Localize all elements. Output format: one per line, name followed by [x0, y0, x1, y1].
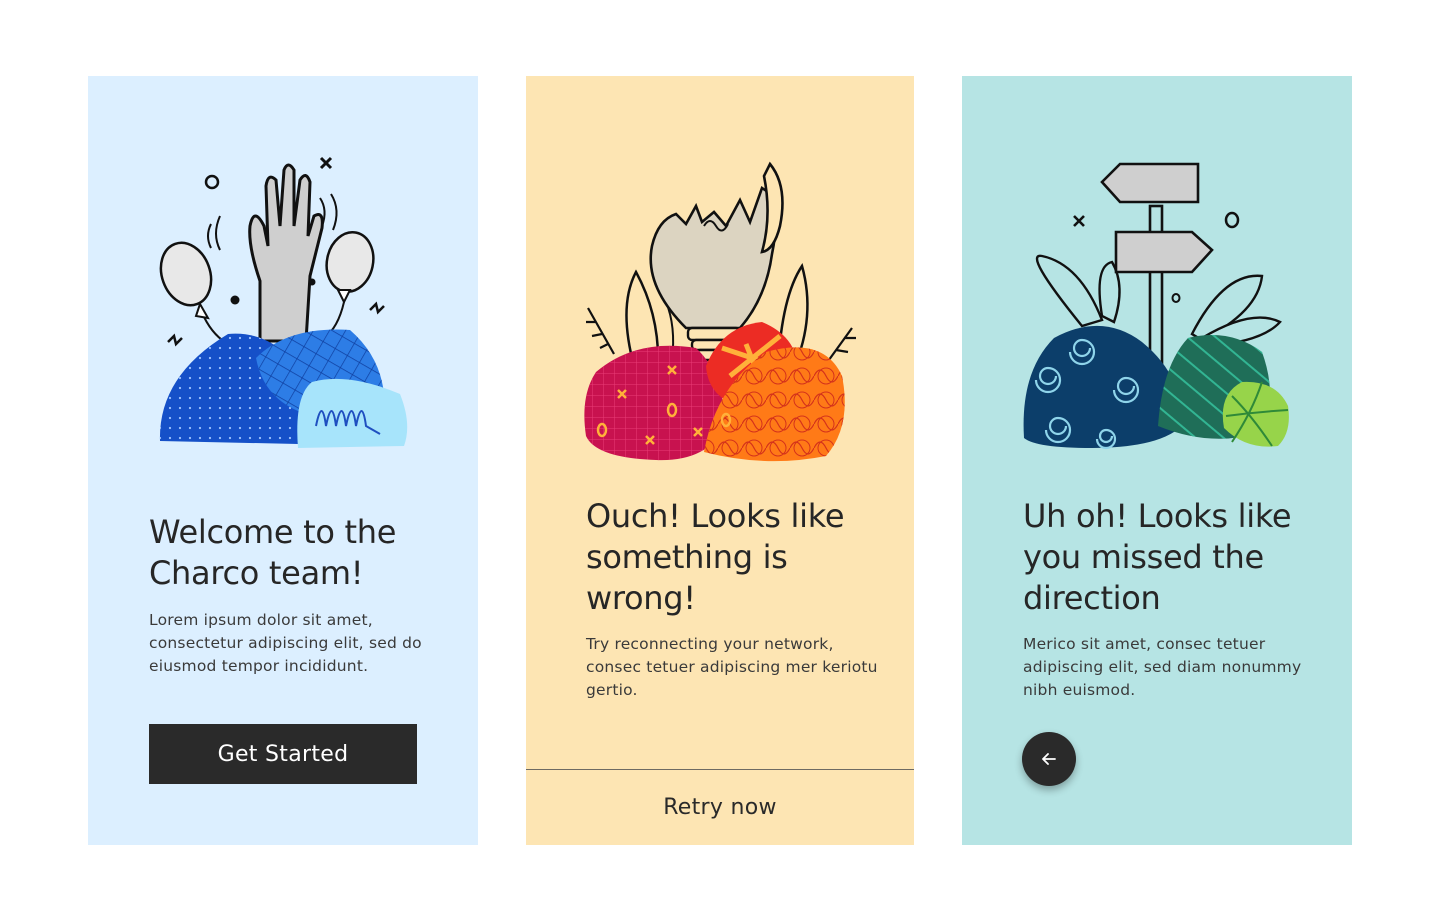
welcome-card: Welcome to the Charco team! Lorem ipsum … — [88, 76, 478, 845]
error-card: Ouch! Looks like something is wrong! Try… — [526, 76, 914, 845]
hand-and-balloons-illustration — [88, 76, 478, 496]
retry-now-button[interactable]: Retry now — [526, 770, 914, 845]
welcome-title: Welcome to the Charco team! — [149, 513, 397, 592]
error-title: Ouch! Looks like something is wrong! — [586, 497, 845, 617]
hand-and-balloons-icon — [159, 156, 408, 448]
lost-description: Merico sit amet, consec tetuer adipiscin… — [1023, 635, 1302, 699]
broken-lightbulb-illustration — [526, 76, 914, 496]
lost-direction-card: Uh oh! Looks like you missed the directi… — [962, 76, 1352, 845]
arrow-left-icon — [1042, 753, 1056, 765]
signpost-illustration — [962, 76, 1352, 496]
broken-lightbulb-icon — [584, 161, 856, 462]
back-button[interactable] — [1022, 732, 1076, 786]
get-started-button[interactable]: Get Started — [149, 724, 417, 784]
lost-title: Uh oh! Looks like you missed the directi… — [1023, 497, 1292, 617]
welcome-description: Lorem ipsum dolor sit amet, consectetur … — [149, 611, 422, 675]
error-description: Try reconnecting your network, consec te… — [586, 635, 878, 699]
signpost-icon — [1023, 162, 1289, 450]
